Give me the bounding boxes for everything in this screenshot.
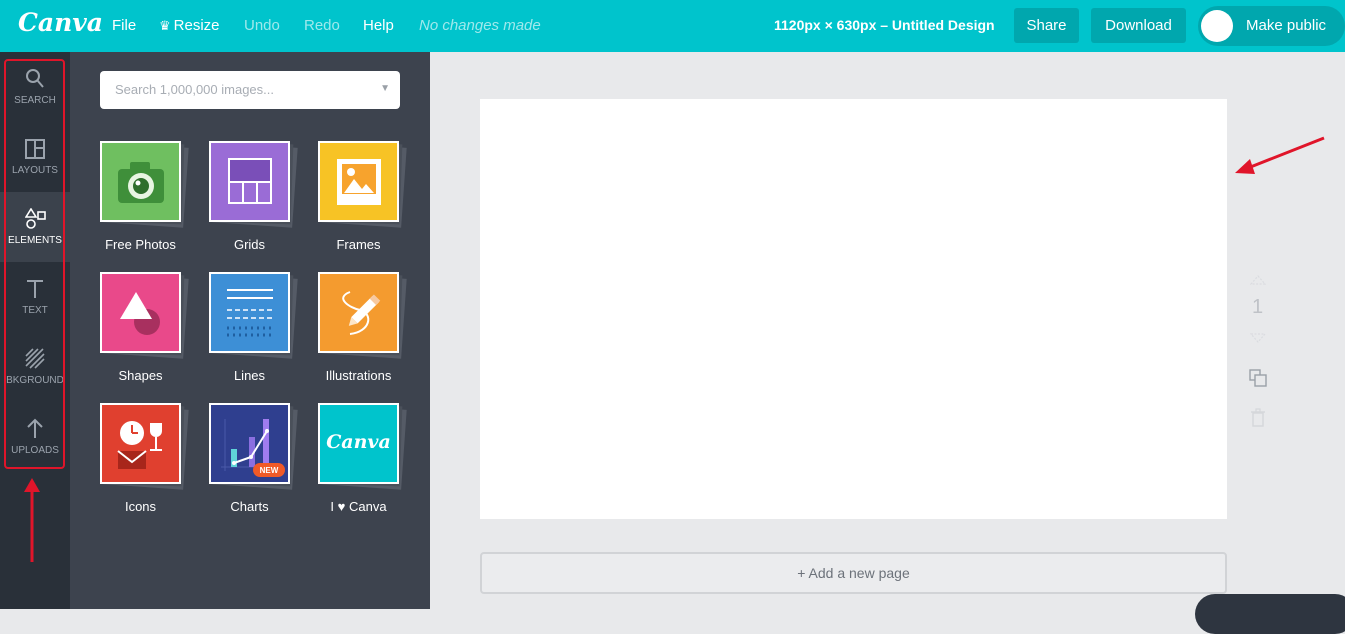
share-button[interactable]: Share <box>1014 8 1079 43</box>
search-icon <box>26 69 44 88</box>
tile-frames[interactable]: Frames <box>318 141 418 261</box>
tile-label: Free Photos <box>105 237 176 252</box>
annotation-arrow-up <box>24 478 40 562</box>
tile-label: Illustrations <box>325 368 392 383</box>
sidebar-item-uploads[interactable]: UPLOADS <box>0 402 70 472</box>
tile-label: Charts <box>230 499 269 514</box>
sidebar-item-label: BKGROUND <box>6 375 64 386</box>
tile-shapes[interactable]: Shapes <box>100 272 200 392</box>
image-search-input[interactable]: Search 1,000,000 images... ▼ <box>100 71 400 109</box>
tile-grids[interactable]: Grids <box>209 141 309 261</box>
sidebar-item-text[interactable]: TEXT <box>0 262 70 332</box>
resize-menu[interactable]: ♛ Resize <box>159 17 220 34</box>
grid-icon <box>228 158 272 204</box>
sidebar-item-background[interactable]: BKGROUND <box>0 332 70 402</box>
shapes-icon <box>120 292 160 335</box>
tile-lines[interactable]: Lines <box>209 272 309 392</box>
page-up-icon[interactable] <box>1250 275 1266 285</box>
redo-button[interactable]: Redo <box>304 17 340 34</box>
top-bar: Canva File ♛ Resize Undo Redo Help No cha… <box>0 0 1345 52</box>
delete-page-icon[interactable] <box>1250 408 1266 428</box>
search-placeholder: Search 1,000,000 images... <box>115 82 274 97</box>
tile-label: Grids <box>233 237 266 252</box>
sidebar-item-label: TEXT <box>22 305 48 316</box>
make-public-label: Make public <box>1246 17 1327 34</box>
tile-label: Frames <box>336 237 381 252</box>
help-chat-bubble[interactable] <box>1195 594 1345 634</box>
page-number: 1 <box>1252 296 1264 318</box>
file-menu[interactable]: File <box>112 17 136 34</box>
tile-free-photos[interactable]: Free Photos <box>100 141 200 261</box>
sidebar-item-search[interactable]: SEARCH <box>0 52 70 122</box>
tile-icons[interactable]: Icons <box>100 403 200 523</box>
tile-charts[interactable]: NEW Charts <box>209 403 309 523</box>
help-menu[interactable]: Help <box>363 17 394 34</box>
duplicate-page-icon[interactable] <box>1248 368 1268 388</box>
pencil-icon <box>342 291 381 335</box>
sidebar-item-label: UPLOADS <box>11 445 59 456</box>
toggle-knob <box>1201 10 1233 42</box>
tile-label: Lines <box>233 368 266 383</box>
make-public-toggle[interactable]: Make public <box>1198 6 1345 46</box>
design-canvas-page[interactable] <box>480 99 1227 519</box>
tile-label: Icons <box>124 499 157 514</box>
sidebar-item-layouts[interactable]: LAYOUTS <box>0 122 70 192</box>
add-new-page-button[interactable]: + Add a new page <box>480 552 1227 594</box>
annotation-arrow-left <box>1235 136 1325 174</box>
crown-icon: ♛ <box>159 18 171 33</box>
sidebar-item-label: SEARCH <box>14 95 56 106</box>
tile-label: I ♥ Canva <box>330 499 387 514</box>
text-icon <box>27 280 43 298</box>
background-icon <box>25 348 45 369</box>
canva-logo[interactable]: Canva <box>18 8 103 37</box>
sidebar-item-label: LAYOUTS <box>12 165 58 176</box>
layouts-icon <box>25 139 45 159</box>
undo-button[interactable]: Undo <box>244 17 280 34</box>
tile-i-love-canva[interactable]: Canva I ♥ Canva <box>318 403 418 523</box>
uploads-icon <box>27 418 43 438</box>
chart-icon: NEW <box>221 419 285 477</box>
resize-label: Resize <box>173 17 220 34</box>
sidebar-item-label: ELEMENTS <box>8 235 62 246</box>
icons-collage-icon <box>117 421 162 469</box>
frame-icon <box>337 159 381 205</box>
elements-icon <box>25 208 46 229</box>
design-title[interactable]: 1120px × 630px – Untitled Design <box>774 17 995 33</box>
new-badge: NEW <box>260 466 279 475</box>
page-down-icon[interactable] <box>1250 333 1266 343</box>
lines-icon <box>227 289 273 337</box>
tile-illustrations[interactable]: Illustrations <box>318 272 418 392</box>
sidebar-item-elements[interactable]: ELEMENTS <box>0 192 70 262</box>
save-status: No changes made <box>419 17 541 34</box>
download-button[interactable]: Download <box>1091 8 1186 43</box>
tile-label: Shapes <box>118 368 163 383</box>
canva-logo-thumb: Canva <box>326 431 391 453</box>
camera-icon <box>118 162 164 203</box>
chevron-down-icon[interactable]: ▼ <box>380 83 390 94</box>
